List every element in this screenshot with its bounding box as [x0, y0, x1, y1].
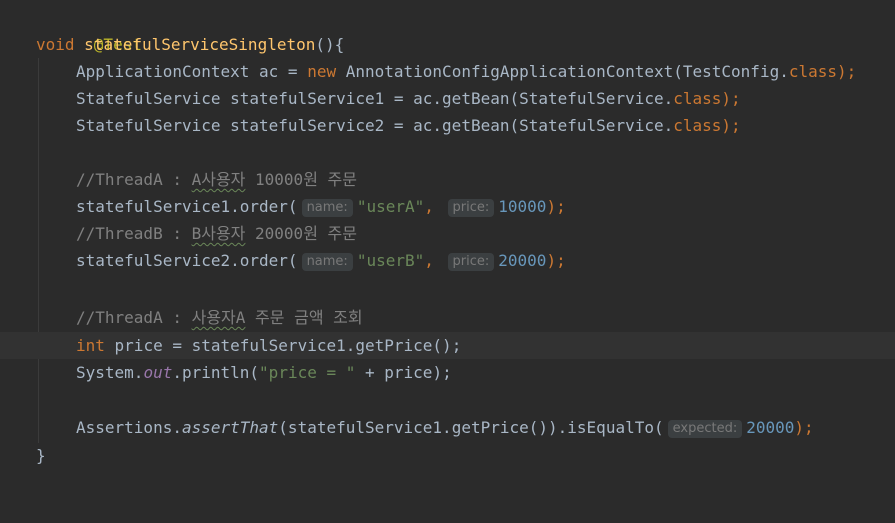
println-call: .println( [172, 363, 260, 382]
param-hint-price: price: [447, 199, 495, 217]
order-call-1: statefulService1.order( [76, 197, 298, 216]
statement-end: ); [721, 89, 741, 108]
code-line-13-current[interactable]: int price = statefulService1.getPrice(); [0, 332, 895, 359]
assert-chain: (statefulService1.getPrice()).isEqualTo( [278, 418, 664, 437]
param-hint-name: name: [301, 253, 353, 271]
statement-end: ); [721, 116, 741, 135]
comment-order-b: 20000원 주문 [245, 224, 357, 243]
class-keyword: class [788, 62, 838, 81]
statement-end: ); [794, 418, 814, 437]
code-line-8[interactable]: statefulService1.order(name: "userA", pri… [0, 193, 895, 220]
arg-user-a: "userA" [356, 197, 425, 216]
class-keyword: class [673, 116, 722, 135]
int-keyword: int [76, 336, 105, 355]
context-declaration: ApplicationContext ac = [76, 62, 308, 81]
bean-declaration-1: StatefulService statefulService1 = ac.ge… [76, 89, 674, 108]
code-line-7[interactable]: //ThreadA : A사용자 10000원 주문 [0, 166, 895, 193]
arg-price-20000: 20000 [498, 251, 547, 270]
comment-thread-a: //ThreadA : [76, 170, 192, 189]
void-keyword: void [36, 35, 75, 54]
println-rest: + price); [355, 363, 452, 382]
arg-expected-20000: 20000 [746, 418, 795, 437]
arg-price-10000: 10000 [498, 197, 547, 216]
code-line-10[interactable]: statefulService2.order(name: "userB", pri… [0, 247, 895, 274]
closing-brace: } [36, 446, 46, 465]
code-editor[interactable]: @Test void statefulServiceSingleton(){ A… [0, 0, 895, 473]
comment-thread-b: //ThreadB : [76, 224, 192, 243]
assert-that-method: assertThat [181, 418, 279, 437]
param-hint-price: price: [447, 253, 495, 271]
comment-user-b: B사용자 [191, 224, 246, 243]
code-line-3[interactable]: ApplicationContext ac = new AnnotationCo… [0, 58, 895, 85]
comment-user-a-lookup: 사용자A [191, 308, 246, 327]
context-constructor: AnnotationConfigApplicationContext(TestC… [336, 62, 789, 81]
code-line-1[interactable]: @Test [0, 4, 895, 54]
arg-separator: , [424, 197, 434, 216]
price-string: "price = " [259, 363, 356, 382]
price-assignment: price = statefulService1.getPrice(); [104, 336, 462, 355]
code-line-16[interactable]: Assertions.assertThat(statefulService1.g… [0, 414, 895, 441]
statement-end: ); [837, 62, 857, 81]
method-open: (){ [315, 35, 345, 54]
param-hint-name: name: [301, 199, 353, 217]
bean-declaration-2: StatefulService statefulService2 = ac.ge… [76, 116, 674, 135]
comment-thread-a-lookup: //ThreadA : [76, 308, 192, 327]
method-name: statefulServiceSingleton [84, 35, 316, 54]
code-line-9[interactable]: //ThreadB : B사용자 20000원 주문 [0, 220, 895, 247]
statement-end: ); [546, 251, 566, 270]
code-line-4[interactable]: StatefulService statefulService1 = ac.ge… [0, 85, 895, 112]
class-keyword: class [673, 89, 722, 108]
system-class: System. [76, 363, 144, 382]
statement-end: ); [546, 197, 566, 216]
out-field: out [143, 363, 173, 382]
arg-separator: , [424, 251, 434, 270]
comment-user-a: A사용자 [191, 170, 246, 189]
comment-price-lookup: 주문 금액 조회 [245, 308, 363, 327]
code-line-17[interactable]: } [0, 442, 895, 469]
code-line-12[interactable]: //ThreadA : 사용자A 주문 금액 조회 [0, 304, 895, 331]
code-line-2[interactable]: void statefulServiceSingleton(){ [0, 31, 895, 58]
code-line-14[interactable]: System.out.println("price = " + price); [0, 359, 895, 386]
order-call-2: statefulService2.order( [76, 251, 298, 270]
param-hint-expected: expected: [667, 420, 743, 438]
assertions-class: Assertions. [76, 418, 182, 437]
new-keyword: new [307, 62, 337, 81]
comment-order-a: 10000원 주문 [245, 170, 357, 189]
code-line-5[interactable]: StatefulService statefulService2 = ac.ge… [0, 112, 895, 139]
arg-user-b: "userB" [356, 251, 425, 270]
